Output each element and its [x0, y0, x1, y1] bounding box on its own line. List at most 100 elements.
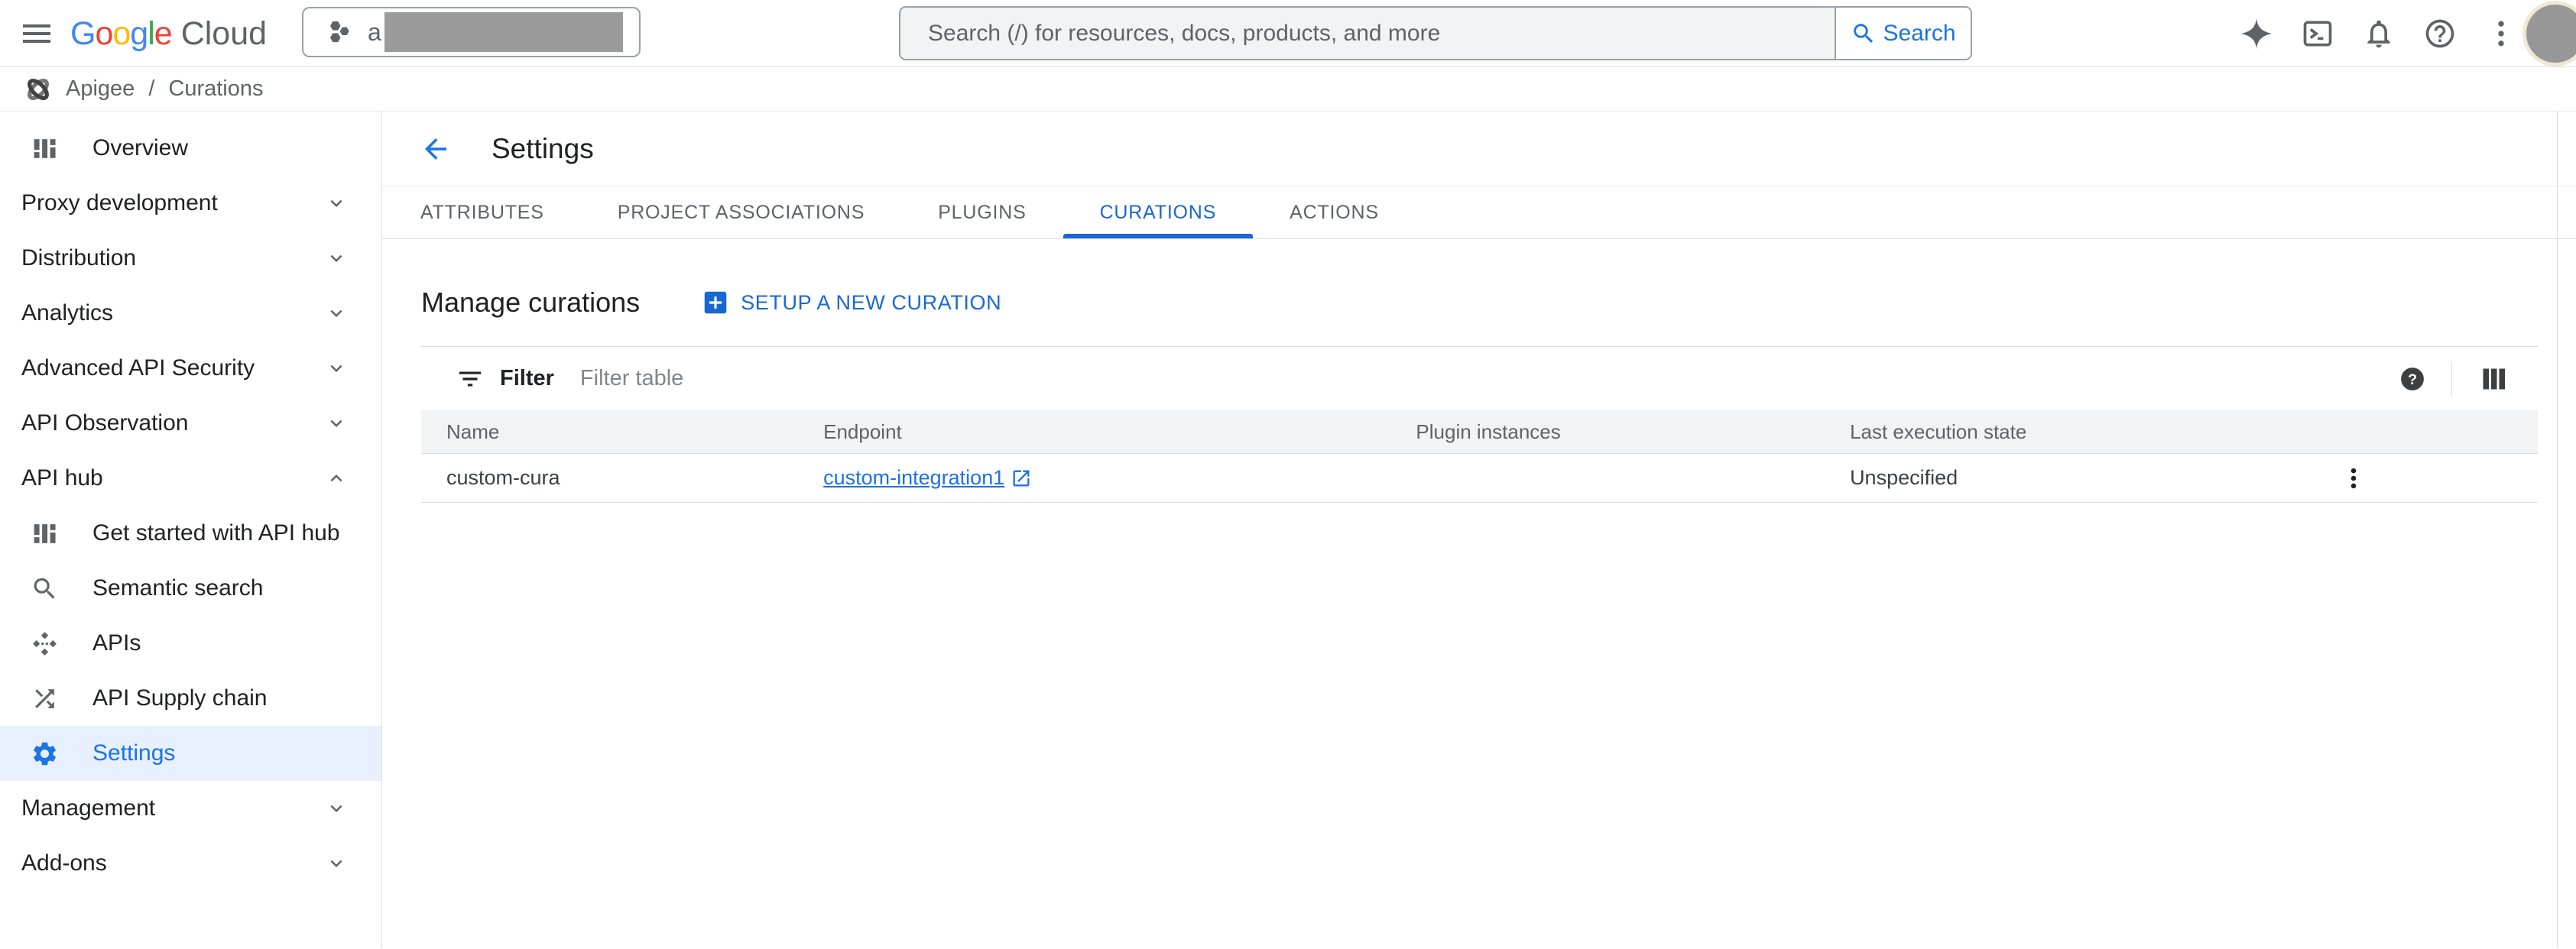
chevron-down-icon: [325, 247, 348, 270]
tab-project-associations[interactable]: PROJECT ASSOCIATIONS: [581, 186, 901, 238]
sidebar-item-label: Overview: [92, 135, 188, 161]
tab-attributes[interactable]: ATTRIBUTES: [384, 186, 581, 238]
sidebar-item-label: Settings: [92, 740, 175, 766]
sidebar-item-label: API Observation: [21, 410, 188, 436]
avatar[interactable]: [2522, 1, 2576, 66]
table-row: custom-cura custom-integration1 Unspecif…: [421, 454, 2538, 503]
search-button-label: Search: [1883, 21, 1955, 47]
google-cloud-logo[interactable]: Google Cloud: [70, 0, 267, 67]
more-vert-icon[interactable]: [2484, 17, 2518, 50]
back-arrow-icon[interactable]: [420, 133, 452, 165]
logo-letter: o: [95, 15, 112, 53]
sidebar-item-api-hub[interactable]: API hub: [0, 451, 381, 506]
add-box-icon: [701, 288, 730, 317]
sidebar-item-label: Add-ons: [21, 850, 107, 876]
sidebar-item-api-observation[interactable]: API Observation: [0, 396, 381, 451]
sidebar-item-overview[interactable]: Overview: [0, 121, 381, 176]
chevron-down-icon: [325, 852, 348, 875]
sidebar-item-label: Distribution: [21, 245, 136, 271]
sidebar-item-analytics[interactable]: Analytics: [0, 286, 381, 341]
toolbar-right-icons: ?: [2399, 361, 2538, 397]
get-started-grid-icon: [31, 520, 59, 548]
sidebar-item-management[interactable]: Management: [0, 781, 381, 836]
sidebar-item-settings[interactable]: Settings: [0, 726, 381, 781]
logo-letter: e: [154, 15, 172, 53]
apigee-logo-icon: [23, 74, 54, 105]
setup-new-curation-button[interactable]: SETUP A NEW CURATION: [701, 288, 1001, 317]
table-header-row: Name Endpoint Plugin instances Last exec…: [421, 410, 2538, 454]
search-button[interactable]: Search: [1835, 8, 1971, 59]
breadcrumb-product[interactable]: Apigee: [66, 76, 135, 102]
setup-button-label: SETUP A NEW CURATION: [741, 291, 1001, 315]
logo-cloud-text: Cloud: [181, 15, 267, 53]
project-name-redacted: [384, 12, 623, 52]
column-header-last-execution-state: Last execution state: [1850, 420, 2326, 444]
tab-curations[interactable]: CURATIONS: [1063, 186, 1254, 238]
sidebar-item-proxy-development[interactable]: Proxy development: [0, 176, 381, 231]
filter-icon: [456, 364, 485, 394]
cloud-shell-icon[interactable]: [2301, 17, 2334, 50]
sidebar-item-get-started-with-api-hub[interactable]: Get started with API hub: [0, 506, 381, 561]
column-header-endpoint: Endpoint: [823, 420, 1416, 444]
search-icon: [31, 575, 59, 603]
notifications-bell-icon[interactable]: [2362, 17, 2396, 50]
logo-letter: o: [112, 15, 130, 53]
topbar-icon-group: [2240, 0, 2518, 67]
table-toolbar: Filter Filter table ?: [421, 346, 2538, 410]
tab-plugins[interactable]: PLUGINS: [901, 186, 1063, 238]
help-filled-icon[interactable]: ?: [2399, 366, 2425, 392]
tab-actions[interactable]: ACTIONS: [1253, 186, 1416, 238]
column-header-name: Name: [421, 420, 823, 444]
column-header-plugin-instances: Plugin instances: [1416, 420, 1850, 444]
chevron-down-icon: [325, 357, 348, 380]
logo-letter: G: [70, 15, 95, 53]
sidebar-item-add-ons[interactable]: Add-ons: [0, 836, 381, 891]
project-selector[interactable]: a: [302, 7, 641, 57]
sidebar-item-label: APIs: [92, 630, 141, 656]
sidebar-item-label: Semantic search: [92, 575, 263, 601]
curations-table-card: Filter Filter table ? Name Endpoint Plug…: [421, 346, 2538, 503]
help-icon[interactable]: [2423, 17, 2457, 50]
search-input[interactable]: [900, 8, 1835, 59]
tab-bar: ATTRIBUTES PROJECT ASSOCIATIONS PLUGINS …: [382, 186, 2576, 239]
sidebar-item-semantic-search[interactable]: Semantic search: [0, 561, 381, 616]
cell-name: custom-cura: [421, 466, 823, 490]
endpoint-link[interactable]: custom-integration1: [823, 466, 1032, 490]
menu-icon[interactable]: [18, 15, 55, 52]
toolbar-divider: [2451, 361, 2452, 397]
breadcrumb-separator: /: [148, 76, 154, 102]
top-bar: Google Cloud a Search: [0, 0, 2576, 67]
sidebar-item-label: Get started with API hub: [92, 520, 340, 546]
sidebar-item-apis[interactable]: APIs: [0, 616, 381, 671]
page-title: Settings: [492, 133, 594, 165]
apis-icon: [31, 630, 59, 658]
filter-table-input[interactable]: Filter table: [580, 366, 2399, 391]
section-title: Manage curations: [421, 287, 640, 319]
sidebar-item-label: Analytics: [21, 300, 113, 326]
gemini-sparkle-icon[interactable]: [2240, 17, 2273, 50]
chevron-down-icon: [325, 192, 348, 215]
global-search: Search: [899, 6, 1972, 60]
column-settings-icon[interactable]: [2478, 365, 2509, 393]
sidebar-item-label: API hub: [21, 465, 103, 491]
logo-letter: g: [130, 15, 148, 53]
chevron-down-icon: [325, 797, 348, 820]
chevron-down-icon: [325, 302, 348, 325]
breadcrumb: Apigee / Curations: [0, 67, 2576, 112]
page-header: Settings: [382, 112, 2576, 186]
sidebar-item-distribution[interactable]: Distribution: [0, 231, 381, 286]
svg-text:?: ?: [2408, 371, 2417, 388]
row-more-vert-icon[interactable]: [2332, 457, 2375, 500]
overview-grid-icon: [31, 134, 59, 163]
section-header: Manage curations SETUP A NEW CURATION: [421, 287, 2576, 319]
logo-letter: l: [148, 15, 154, 53]
sidebar-item-label: Advanced API Security: [21, 355, 255, 381]
sidebar-item-api-supply-chain[interactable]: API Supply chain: [0, 671, 381, 726]
sidebar-item-advanced-api-security[interactable]: Advanced API Security: [0, 341, 381, 396]
sidebar-item-label: Proxy development: [21, 190, 218, 216]
breadcrumb-current: Curations: [168, 76, 263, 102]
project-name-visible-text: a: [368, 18, 381, 47]
chevron-up-icon: [325, 467, 348, 490]
sidebar-item-label: Management: [21, 795, 155, 821]
filter-label[interactable]: Filter: [500, 366, 554, 391]
